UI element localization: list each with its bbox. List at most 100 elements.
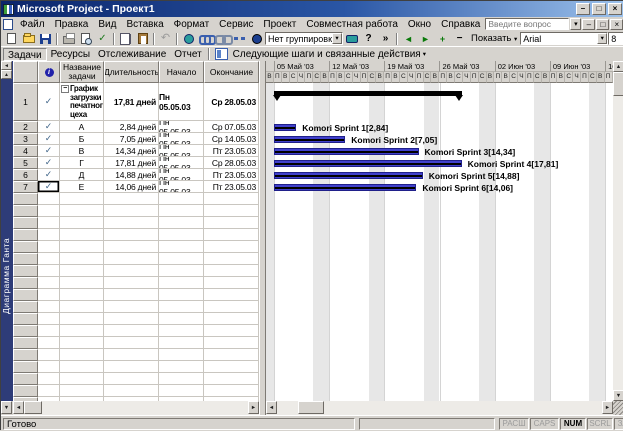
minimize-button[interactable]: – xyxy=(576,3,590,15)
empty-cell[interactable] xyxy=(104,241,159,253)
empty-cell[interactable] xyxy=(159,373,204,385)
hide-subtasks-button[interactable]: − xyxy=(451,32,468,45)
chevron-down-icon[interactable]: ▾ xyxy=(423,50,426,58)
duration-cell[interactable]: 17,81 дней xyxy=(104,83,159,121)
start-cell[interactable]: Пн 05.05.03 xyxy=(159,83,204,121)
finish-cell[interactable]: Ср 28.05.03 xyxy=(204,157,259,169)
task-bar[interactable] xyxy=(273,136,346,143)
empty-cell[interactable] xyxy=(204,205,259,217)
row-number[interactable] xyxy=(13,205,38,217)
task-bar[interactable] xyxy=(273,148,419,155)
empty-cell[interactable] xyxy=(60,349,104,361)
menu-item-Окно[interactable]: Окно xyxy=(403,19,436,30)
row-number[interactable] xyxy=(13,265,38,277)
chart-horizontal-scrollbar[interactable]: ◄ ► xyxy=(266,401,613,415)
indicators-column-header[interactable]: i xyxy=(38,61,60,83)
print-preview-button[interactable] xyxy=(77,32,94,45)
empty-cell[interactable] xyxy=(159,385,204,397)
empty-cell[interactable] xyxy=(104,289,159,301)
menu-item-Вид[interactable]: Вид xyxy=(93,19,121,30)
mdi-minimize-button[interactable]: – xyxy=(582,18,596,30)
empty-cell[interactable] xyxy=(60,289,104,301)
row-number[interactable] xyxy=(13,373,38,385)
start-column-header[interactable]: Начало xyxy=(159,61,204,83)
task-name-cell[interactable]: Г xyxy=(60,157,104,169)
empty-cell[interactable] xyxy=(204,241,259,253)
finish-cell[interactable]: Пт 23.05.03 xyxy=(204,169,259,181)
empty-cell[interactable] xyxy=(159,289,204,301)
row-number[interactable]: 3 xyxy=(13,133,38,145)
row-number[interactable] xyxy=(13,277,38,289)
empty-cell[interactable] xyxy=(38,349,60,361)
corner-header-cell[interactable] xyxy=(13,61,38,83)
empty-cell[interactable] xyxy=(38,253,60,265)
start-cell[interactable]: Пн 05.05.03 xyxy=(159,169,204,181)
finish-cell[interactable]: Ср 07.05.03 xyxy=(204,121,259,133)
hyperlink-button[interactable] xyxy=(180,32,197,45)
tab-Ресурсы[interactable]: Ресурсы xyxy=(47,48,94,61)
empty-cell[interactable] xyxy=(38,217,60,229)
empty-cell[interactable] xyxy=(159,313,204,325)
link-tasks-button[interactable] xyxy=(197,32,216,45)
task-complete-check[interactable]: ✓ xyxy=(38,83,60,121)
empty-cell[interactable] xyxy=(60,277,104,289)
summary-task-bar[interactable] xyxy=(273,91,462,96)
splitter-lower[interactable] xyxy=(259,401,266,415)
finish-cell[interactable]: Пт 23.05.03 xyxy=(204,145,259,157)
empty-cell[interactable] xyxy=(60,313,104,325)
empty-cell[interactable] xyxy=(38,385,60,397)
empty-cell[interactable] xyxy=(104,313,159,325)
next-steps-button[interactable]: Следующие шаги и связанные действия xyxy=(231,49,423,60)
empty-cell[interactable] xyxy=(104,265,159,277)
chevron-down-icon[interactable]: ▾ xyxy=(332,33,342,44)
row-number[interactable] xyxy=(13,217,38,229)
empty-cell[interactable] xyxy=(104,301,159,313)
empty-cell[interactable] xyxy=(104,373,159,385)
menu-item-Справка[interactable]: Справка xyxy=(436,19,485,30)
table-horizontal-scrollbar[interactable]: ◄ ► xyxy=(13,401,259,415)
row-number[interactable]: 4 xyxy=(13,145,38,157)
gantt-wizard-button[interactable] xyxy=(248,32,265,45)
row-number[interactable] xyxy=(13,241,38,253)
empty-cell[interactable] xyxy=(38,313,60,325)
menu-item-Файл[interactable]: Файл xyxy=(15,19,50,30)
duration-cell[interactable]: 14,34 дней xyxy=(104,145,159,157)
empty-cell[interactable] xyxy=(60,241,104,253)
empty-cell[interactable] xyxy=(204,253,259,265)
empty-cell[interactable] xyxy=(38,361,60,373)
empty-cell[interactable] xyxy=(60,253,104,265)
row-number[interactable]: 5 xyxy=(13,157,38,169)
empty-cell[interactable] xyxy=(104,205,159,217)
split-task-button[interactable] xyxy=(231,32,248,45)
font-name-combo[interactable]: Arial ▾ xyxy=(520,32,609,45)
row-number[interactable] xyxy=(13,325,38,337)
scroll-right-icon[interactable]: ► xyxy=(248,401,259,414)
row-number[interactable] xyxy=(13,361,38,373)
empty-cell[interactable] xyxy=(159,241,204,253)
task-bar[interactable] xyxy=(273,124,297,131)
collapse-icon[interactable]: − xyxy=(61,85,69,93)
menu-item-Формат[interactable]: Формат xyxy=(169,19,215,30)
menu-item-Сервис[interactable]: Сервис xyxy=(214,19,258,30)
empty-cell[interactable] xyxy=(60,193,104,205)
empty-cell[interactable] xyxy=(60,265,104,277)
mdi-close-button[interactable]: × xyxy=(610,18,623,30)
menu-item-Вставка[interactable]: Вставка xyxy=(121,19,168,30)
task-complete-check[interactable]: ✓ xyxy=(38,169,60,181)
empty-cell[interactable] xyxy=(204,289,259,301)
empty-cell[interactable] xyxy=(38,193,60,205)
tab-Задачи[interactable]: Задачи xyxy=(3,47,47,61)
spelling-button[interactable]: ✓ xyxy=(94,32,111,45)
row-number[interactable]: 6 xyxy=(13,169,38,181)
duration-cell[interactable]: 14,06 дней xyxy=(104,181,159,193)
scroll-up-icon[interactable]: ▲ xyxy=(613,61,623,72)
empty-cell[interactable] xyxy=(104,217,159,229)
empty-cell[interactable] xyxy=(60,361,104,373)
empty-cell[interactable] xyxy=(104,337,159,349)
empty-cell[interactable] xyxy=(104,193,159,205)
empty-cell[interactable] xyxy=(104,229,159,241)
empty-cell[interactable] xyxy=(38,373,60,385)
empty-cell[interactable] xyxy=(204,361,259,373)
copy-button[interactable] xyxy=(117,32,134,45)
finish-cell[interactable]: Ср 28.05.03 xyxy=(204,83,259,121)
